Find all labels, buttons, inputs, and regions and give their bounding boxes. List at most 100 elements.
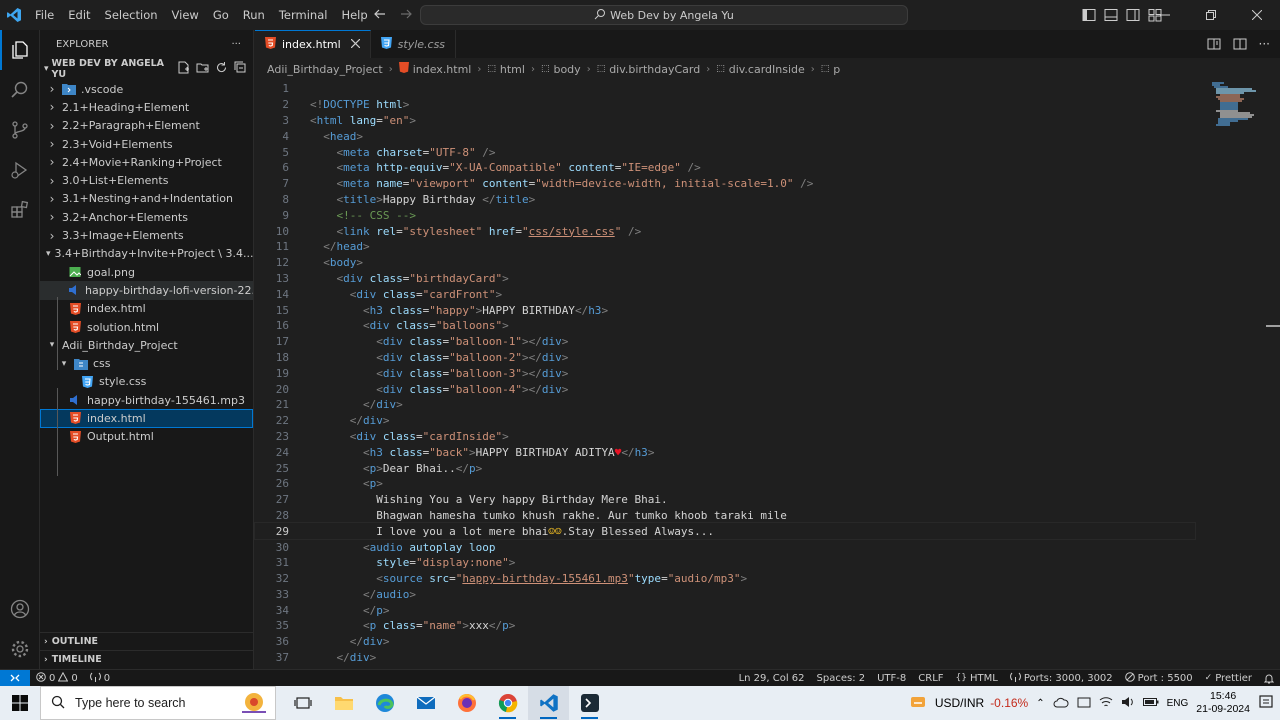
tree-item[interactable]: › 3.3+Image+Elements [40, 226, 253, 244]
new-folder-icon[interactable] [196, 61, 209, 77]
close-window-icon[interactable] [1234, 0, 1280, 30]
vscode-taskbar-icon[interactable] [528, 686, 569, 720]
encoding[interactable]: UTF-8 [871, 672, 912, 685]
language-mode[interactable]: {} HTML [950, 672, 1004, 685]
settings-gear-icon[interactable] [0, 629, 40, 669]
tree-item[interactable]: › 2.3+Void+Elements [40, 135, 253, 153]
breadcrumb-item[interactable]: div.cardInside [729, 63, 805, 76]
minimize-icon[interactable] [1142, 0, 1188, 30]
run-debug-icon[interactable] [0, 150, 40, 190]
tree-item[interactable]: style.css [40, 373, 253, 391]
tree-item[interactable]: Output.html [40, 428, 253, 446]
chrome-icon[interactable] [487, 686, 528, 720]
tree-item[interactable]: › .vscode [40, 80, 253, 98]
breadcrumb-item[interactable]: index.html [413, 63, 472, 76]
firefox-icon[interactable] [446, 686, 487, 720]
more-actions-icon[interactable]: ··· [1259, 37, 1270, 54]
battery-icon[interactable] [1142, 696, 1159, 710]
tab-style-css[interactable]: style.css [371, 30, 457, 58]
back-arrow-icon[interactable] [372, 6, 388, 25]
code-line[interactable]: 14 <div class="cardFront"> [255, 286, 1195, 302]
stock-widget[interactable]: USD/INR -0.16% [935, 696, 1028, 710]
code-line[interactable]: 6 <meta http-equiv="X-UA-Compatible" con… [255, 160, 1195, 176]
open-preview-icon[interactable] [1207, 37, 1221, 54]
tree-item[interactable]: › 2.4+Movie+Ranking+Project [40, 153, 253, 171]
command-center-search[interactable]: Web Dev by Angela Yu [420, 5, 908, 25]
code-line[interactable]: 18 <div class="balloon-2"></div> [255, 350, 1195, 366]
tree-item[interactable]: happy-birthday-lofi-version-22... [40, 281, 253, 300]
code-line[interactable]: 16 <div class="balloons"> [255, 318, 1195, 334]
notifications-bell-icon[interactable] [1258, 672, 1280, 685]
toggle-secondary-sidebar-icon[interactable] [1126, 8, 1140, 25]
outline-section[interactable]: › OUTLINE [40, 632, 254, 650]
tree-item[interactable]: › 3.1+Nesting+and+Indentation [40, 190, 253, 208]
code-line[interactable]: 23 <div class="cardInside"> [255, 429, 1195, 445]
code-line[interactable]: 37 </div> [255, 650, 1195, 666]
collapse-all-icon[interactable] [234, 61, 247, 77]
remote-icon[interactable] [0, 669, 30, 687]
refresh-icon[interactable] [215, 61, 228, 77]
code-line[interactable]: 2 <!DOCTYPE html> [255, 97, 1195, 113]
input-language[interactable]: ENG [1167, 698, 1189, 709]
editor-scrollbar[interactable] [1266, 81, 1280, 669]
code-line[interactable]: 13 <div class="birthdayCard"> [255, 271, 1195, 287]
code-line[interactable]: 26 <p> [255, 476, 1195, 492]
menu-edit[interactable]: Edit [61, 0, 97, 30]
accounts-icon[interactable] [0, 589, 40, 629]
code-line[interactable]: 20 <div class="balloon-4"></div> [255, 381, 1195, 397]
tree-item[interactable]: goal.png [40, 263, 253, 281]
source-control-icon[interactable] [0, 110, 40, 150]
tree-item[interactable]: ▾ 3.4+Birthday+Invite+Project \ 3.4... [40, 245, 253, 263]
menu-terminal[interactable]: Terminal [272, 0, 335, 30]
onedrive-icon[interactable] [1053, 696, 1069, 711]
code-line[interactable]: 10 <link rel="stylesheet" href="css/styl… [255, 223, 1195, 239]
tree-item[interactable]: › 2.2+Paragraph+Element [40, 117, 253, 135]
code-line[interactable]: 27 Wishing You a Very happy Birthday Mer… [255, 492, 1195, 508]
code-line[interactable]: 17 <div class="balloon-1"></div> [255, 334, 1195, 350]
code-line[interactable]: 28 Bhagwan hamesha tumko khush rakhe. Au… [255, 508, 1195, 524]
code-editor[interactable]: 1 2 <!DOCTYPE html> 3 <html lang="en"> 4 <hea… [254, 81, 1196, 680]
live-server-port[interactable]: Port : 5500 [1119, 671, 1199, 685]
code-line[interactable]: 25 <p>Dear Bhai..</p> [255, 460, 1195, 476]
tab-index-html[interactable]: index.html [255, 30, 371, 58]
code-line[interactable]: 22 </div> [255, 413, 1195, 429]
menu-view[interactable]: View [165, 0, 206, 30]
wifi-icon[interactable] [1099, 696, 1113, 711]
code-line[interactable]: 31 style="display:none"> [255, 555, 1195, 571]
code-line[interactable]: 36 </div> [255, 634, 1195, 650]
windows-start-icon[interactable] [0, 686, 40, 720]
restore-icon[interactable] [1188, 0, 1234, 30]
ports-status[interactable]: Ports: 3000, 3002 [1004, 672, 1119, 685]
mail-icon[interactable] [405, 686, 446, 720]
extensions-icon[interactable] [0, 190, 40, 230]
task-view-icon[interactable] [282, 686, 323, 720]
code-line[interactable]: 19 <div class="balloon-3"></div> [255, 365, 1195, 381]
code-line[interactable]: 8 <title>Happy Birthday </title> [255, 192, 1195, 208]
code-line[interactable]: 3 <html lang="en"> [255, 113, 1195, 129]
tree-item[interactable]: solution.html [40, 318, 253, 336]
close-tab-icon[interactable] [350, 38, 361, 51]
breadcrumb-item[interactable]: p [833, 63, 840, 76]
toggle-primary-sidebar-icon[interactable] [1082, 8, 1096, 25]
menu-file[interactable]: File [28, 0, 61, 30]
breadcrumb-item[interactable]: Adii_Birthday_Project [267, 63, 383, 76]
tree-item[interactable]: › 3.0+List+Elements [40, 171, 253, 189]
code-line[interactable]: 29 I love you a lot mere bhai☺☺.Stay Ble… [254, 522, 1196, 541]
explorer-icon[interactable] [0, 30, 40, 70]
cursor-position[interactable]: Ln 29, Col 62 [733, 672, 811, 685]
menu-run[interactable]: Run [236, 0, 272, 30]
edge-browser-icon[interactable] [364, 686, 405, 720]
search-view-icon[interactable] [0, 70, 40, 110]
toggle-panel-icon[interactable] [1104, 8, 1118, 25]
file-explorer-icon[interactable] [323, 686, 364, 720]
indentation[interactable]: Spaces: 2 [811, 672, 872, 685]
project-header[interactable]: ▾ WEB DEV BY ANGELA YU [40, 58, 253, 80]
taskbar-search-box[interactable]: Type here to search [40, 686, 276, 720]
system-clock[interactable]: 15:46 21-09-2024 [1196, 690, 1250, 716]
menu-help[interactable]: Help [334, 0, 374, 30]
end-of-line[interactable]: CRLF [912, 672, 949, 685]
notifications-icon[interactable] [1258, 694, 1274, 713]
stock-widget-icon[interactable] [909, 693, 927, 714]
ports-forward-indicator[interactable]: 0 [84, 672, 116, 685]
code-line[interactable]: 4 <head> [255, 128, 1195, 144]
